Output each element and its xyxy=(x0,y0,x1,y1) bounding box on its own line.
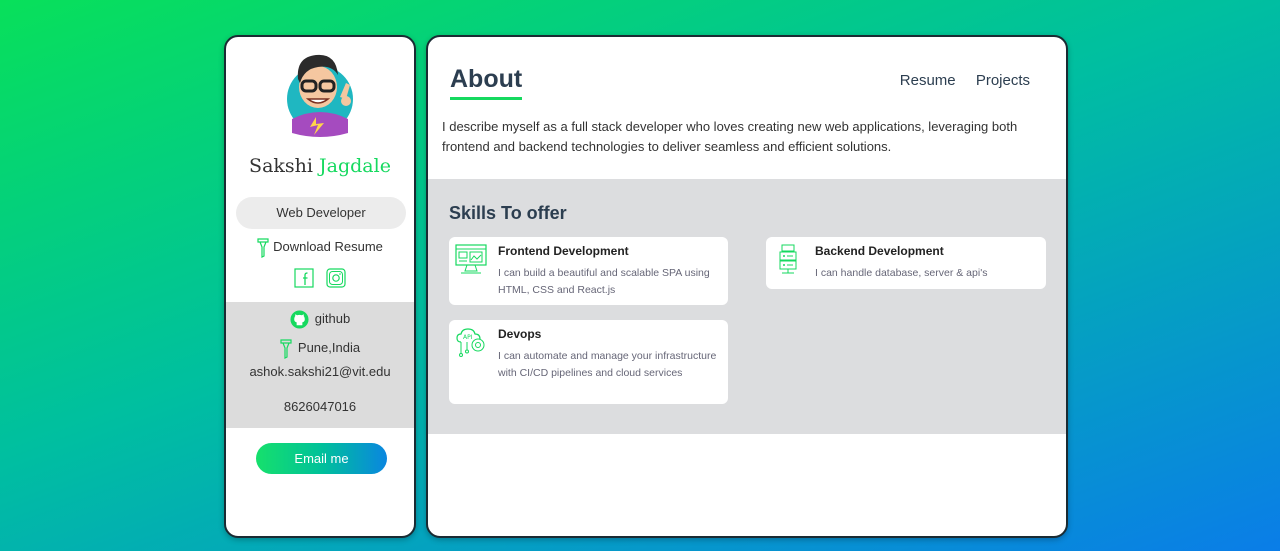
last-name: Jagdale xyxy=(319,155,391,177)
monitor-icon xyxy=(455,243,487,275)
skill-card-devops: API Devops I can automate and manage you… xyxy=(449,320,728,404)
skills-title: Skills To offer xyxy=(449,203,567,223)
skills-section: Skills To offer Frontend Development I c… xyxy=(428,179,1066,434)
skill-card-backend: Backend Development I can handle databas… xyxy=(766,237,1046,289)
location-label: Pune,India xyxy=(297,340,361,355)
github-link[interactable]: github xyxy=(226,309,414,329)
cloud-api-icon: API xyxy=(455,326,487,358)
main-panel: About Resume Projects I describe myself … xyxy=(426,35,1068,538)
skill-desc: I can automate and manage your infrastru… xyxy=(498,350,717,379)
facebook-icon[interactable] xyxy=(294,268,314,288)
social-links xyxy=(226,268,414,293)
github-label: github xyxy=(314,311,351,326)
server-icon xyxy=(772,243,804,275)
skill-title: Devops xyxy=(498,327,542,341)
email-me-button[interactable]: Email me xyxy=(256,443,387,474)
email-address: ashok.sakshi21@vit.edu xyxy=(249,364,391,379)
page-title: About xyxy=(450,65,523,100)
skill-title: Frontend Development xyxy=(498,244,629,258)
contact-panel: github Pune,India ashok.sakshi21@vit.edu… xyxy=(226,302,414,428)
top-nav: Resume Projects xyxy=(884,72,1030,89)
github-icon xyxy=(290,310,309,329)
profile-name: Sakshi Jagdale xyxy=(226,155,414,177)
location-icon xyxy=(280,338,292,359)
location: Pune,India xyxy=(226,338,414,359)
download-label: Download Resume xyxy=(273,239,383,254)
skill-title: Backend Development xyxy=(815,244,944,258)
skill-card-frontend: Frontend Development I can build a beaut… xyxy=(449,237,728,305)
profile-sidebar: Sakshi Jagdale Web Developer Download Re… xyxy=(224,35,416,538)
instagram-icon[interactable] xyxy=(326,268,346,288)
avatar xyxy=(286,51,360,137)
skill-desc: I can build a beautiful and scalable SPA… xyxy=(498,267,710,296)
download-resume-link[interactable]: Download Resume xyxy=(226,237,414,258)
skill-desc: I can handle database, server & api's xyxy=(815,267,988,279)
nav-projects-link[interactable]: Projects xyxy=(976,72,1030,89)
first-name: Sakshi xyxy=(249,155,313,177)
phone-number: 8626047016 xyxy=(283,399,357,414)
role-badge: Web Developer xyxy=(236,197,406,229)
svg-text:API: API xyxy=(463,334,473,341)
about-description: I describe myself as a full stack develo… xyxy=(442,119,1018,154)
nav-resume-link[interactable]: Resume xyxy=(900,72,956,89)
download-icon xyxy=(257,237,269,258)
